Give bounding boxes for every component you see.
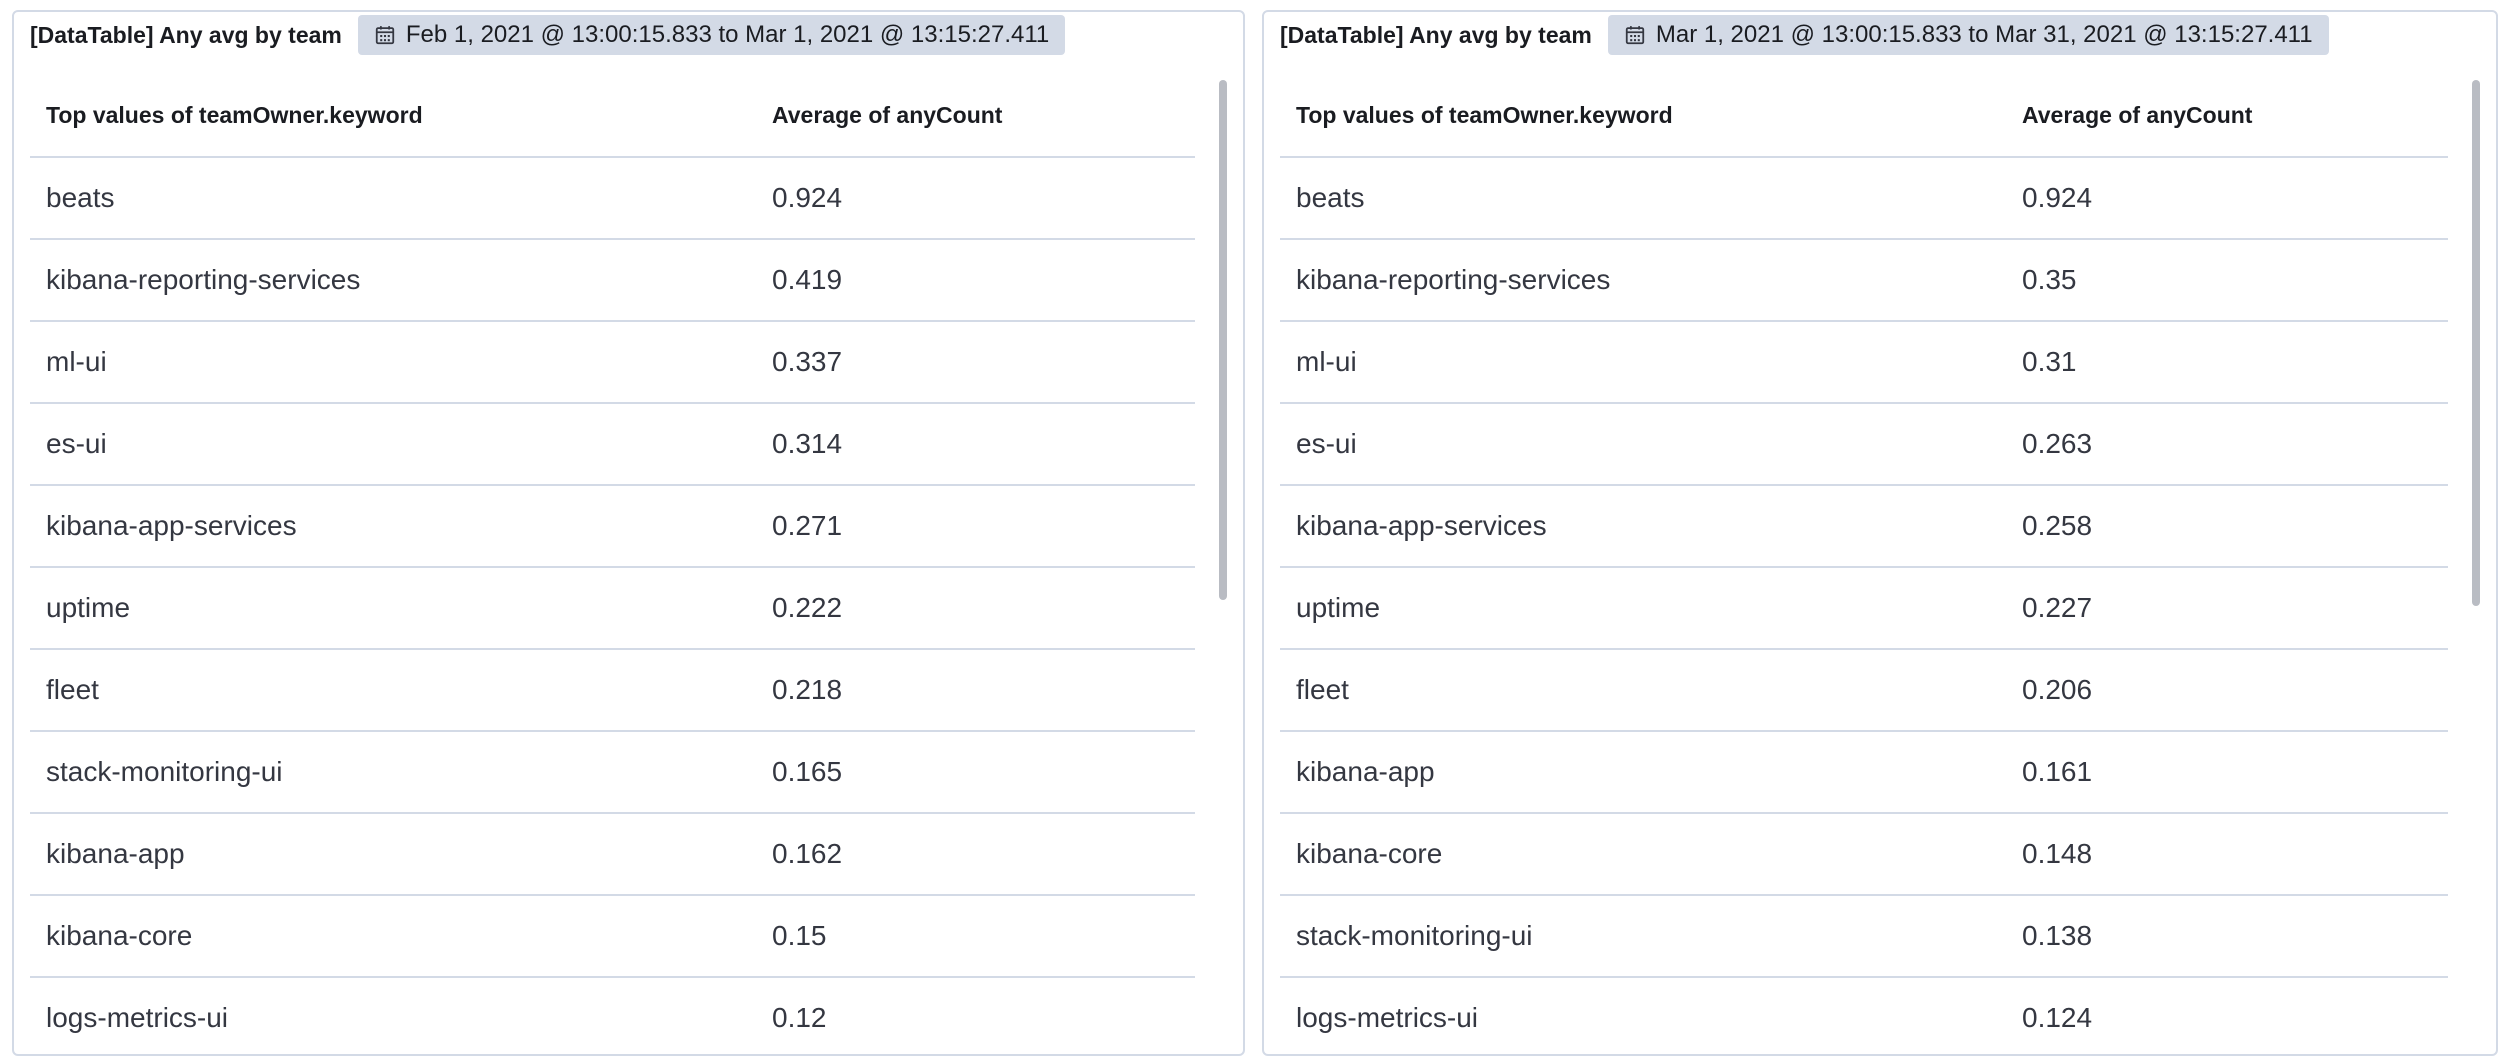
table-row: kibana-app-services 0.271 — [30, 486, 1195, 568]
cell-average: 0.31 — [2022, 346, 2077, 377]
panel-header: [DataTable] Any avg by team Feb 1, 2021 … — [30, 14, 1066, 56]
table-row: uptime 0.222 — [30, 568, 1195, 650]
table-row: beats 0.924 — [30, 158, 1195, 240]
cell-average: 0.161 — [2022, 756, 2093, 787]
panel-header: [DataTable] Any avg by team Mar 1, 2021 … — [1280, 14, 2329, 56]
cell-team[interactable]: kibana-app — [1280, 756, 2022, 788]
cell-average: 0.162 — [772, 838, 843, 869]
column-header-average[interactable]: Average of anyCount — [2022, 102, 2448, 129]
cell-average: 0.124 — [2022, 1002, 2093, 1033]
cell-team[interactable]: kibana-reporting-services — [30, 264, 772, 296]
datatable-panel-feb[interactable]: [DataTable] Any avg by team Feb 1, 2021 … — [12, 10, 1245, 1056]
column-header-average[interactable]: Average of anyCount — [772, 102, 1195, 129]
calendar-icon — [1625, 26, 1645, 45]
table-row: logs-metrics-ui 0.12 — [30, 978, 1195, 1054]
table-row: stack-monitoring-ui 0.138 — [1280, 896, 2448, 978]
table-row: fleet 0.206 — [1280, 650, 2448, 732]
cell-team[interactable]: uptime — [1280, 592, 2022, 624]
cell-team[interactable]: kibana-core — [30, 920, 772, 952]
cell-average: 0.924 — [2022, 182, 2093, 213]
time-range-label: Feb 1, 2021 @ 13:00:15.833 to Mar 1, 202… — [405, 21, 1050, 48]
cell-team[interactable]: kibana-app-services — [30, 510, 772, 542]
cell-team[interactable]: logs-metrics-ui — [1280, 1002, 2022, 1034]
table-row: logs-metrics-ui 0.124 — [1280, 978, 2448, 1054]
scrollbar-thumb[interactable] — [1219, 80, 1227, 600]
cell-team[interactable]: beats — [30, 182, 772, 214]
cell-team[interactable]: kibana-reporting-services — [1280, 264, 2022, 296]
cell-team[interactable]: ml-ui — [1280, 346, 2022, 378]
cell-team[interactable]: es-ui — [1280, 428, 2022, 460]
table-header-row: Top values of teamOwner.keyword Average … — [30, 74, 1195, 158]
time-range-label: Mar 1, 2021 @ 13:00:15.833 to Mar 31, 20… — [1655, 21, 2313, 48]
cell-average: 0.222 — [772, 592, 843, 623]
cell-team[interactable]: kibana-core — [1280, 838, 2022, 870]
table-row: stack-monitoring-ui 0.165 — [30, 732, 1195, 814]
cell-team[interactable]: ml-ui — [30, 346, 772, 378]
cell-average: 0.15 — [772, 920, 827, 951]
table-header-row: Top values of teamOwner.keyword Average … — [1280, 74, 2448, 158]
cell-team[interactable]: kibana-app-services — [1280, 510, 2022, 542]
cell-average: 0.924 — [772, 182, 843, 213]
cell-team[interactable]: logs-metrics-ui — [30, 1002, 772, 1034]
time-range-badge[interactable]: Feb 1, 2021 @ 13:00:15.833 to Mar 1, 202… — [357, 15, 1066, 55]
cell-average: 0.271 — [772, 510, 843, 541]
cell-average: 0.419 — [772, 264, 843, 295]
table-row: kibana-app 0.162 — [30, 814, 1195, 896]
cell-average: 0.258 — [2022, 510, 2093, 541]
cell-team[interactable]: es-ui — [30, 428, 772, 460]
column-header-team[interactable]: Top values of teamOwner.keyword — [30, 102, 772, 129]
table-row: kibana-reporting-services 0.419 — [30, 240, 1195, 322]
calendar-icon — [375, 26, 395, 45]
cell-average: 0.337 — [772, 346, 843, 377]
table-row: beats 0.924 — [1280, 158, 2448, 240]
panel-title[interactable]: [DataTable] Any avg by team — [1280, 22, 1592, 49]
table-row: kibana-reporting-services 0.35 — [1280, 240, 2448, 322]
table-row: ml-ui 0.337 — [30, 322, 1195, 404]
table-row: es-ui 0.314 — [30, 404, 1195, 486]
table-row: ml-ui 0.31 — [1280, 322, 2448, 404]
datatable-panel-mar[interactable]: [DataTable] Any avg by team Mar 1, 2021 … — [1262, 10, 2498, 1056]
table-row: kibana-app-services 0.258 — [1280, 486, 2448, 568]
table-row: kibana-core 0.15 — [30, 896, 1195, 978]
cell-average: 0.218 — [772, 674, 843, 705]
data-table: Top values of teamOwner.keyword Average … — [1280, 74, 2448, 1054]
panel-title[interactable]: [DataTable] Any avg by team — [30, 22, 342, 49]
cell-team[interactable]: fleet — [1280, 674, 2022, 706]
cell-team[interactable]: kibana-app — [30, 838, 772, 870]
cell-average: 0.206 — [2022, 674, 2093, 705]
cell-team[interactable]: fleet — [30, 674, 772, 706]
time-range-badge[interactable]: Mar 1, 2021 @ 13:00:15.833 to Mar 31, 20… — [1607, 15, 2329, 55]
dashboard-panels: [DataTable] Any avg by team Feb 1, 2021 … — [0, 0, 2508, 1060]
data-table: Top values of teamOwner.keyword Average … — [30, 74, 1195, 1054]
cell-average: 0.314 — [772, 428, 843, 459]
cell-average: 0.263 — [2022, 428, 2093, 459]
table-row: kibana-core 0.148 — [1280, 814, 2448, 896]
table-row: fleet 0.218 — [30, 650, 1195, 732]
vertical-scrollbar[interactable] — [1217, 72, 1229, 1054]
cell-average: 0.227 — [2022, 592, 2093, 623]
table-row: uptime 0.227 — [1280, 568, 2448, 650]
column-header-team[interactable]: Top values of teamOwner.keyword — [1280, 102, 2022, 129]
cell-average: 0.12 — [772, 1002, 827, 1033]
cell-average: 0.35 — [2022, 264, 2077, 295]
cell-average: 0.165 — [772, 756, 843, 787]
cell-average: 0.138 — [2022, 920, 2093, 951]
cell-team[interactable]: stack-monitoring-ui — [30, 756, 772, 788]
cell-team[interactable]: uptime — [30, 592, 772, 624]
vertical-scrollbar[interactable] — [2470, 72, 2482, 1054]
table-row: kibana-app 0.161 — [1280, 732, 2448, 814]
cell-team[interactable]: beats — [1280, 182, 2022, 214]
cell-average: 0.148 — [2022, 838, 2093, 869]
table-row: es-ui 0.263 — [1280, 404, 2448, 486]
scrollbar-thumb[interactable] — [2472, 80, 2480, 606]
cell-team[interactable]: stack-monitoring-ui — [1280, 920, 2022, 952]
